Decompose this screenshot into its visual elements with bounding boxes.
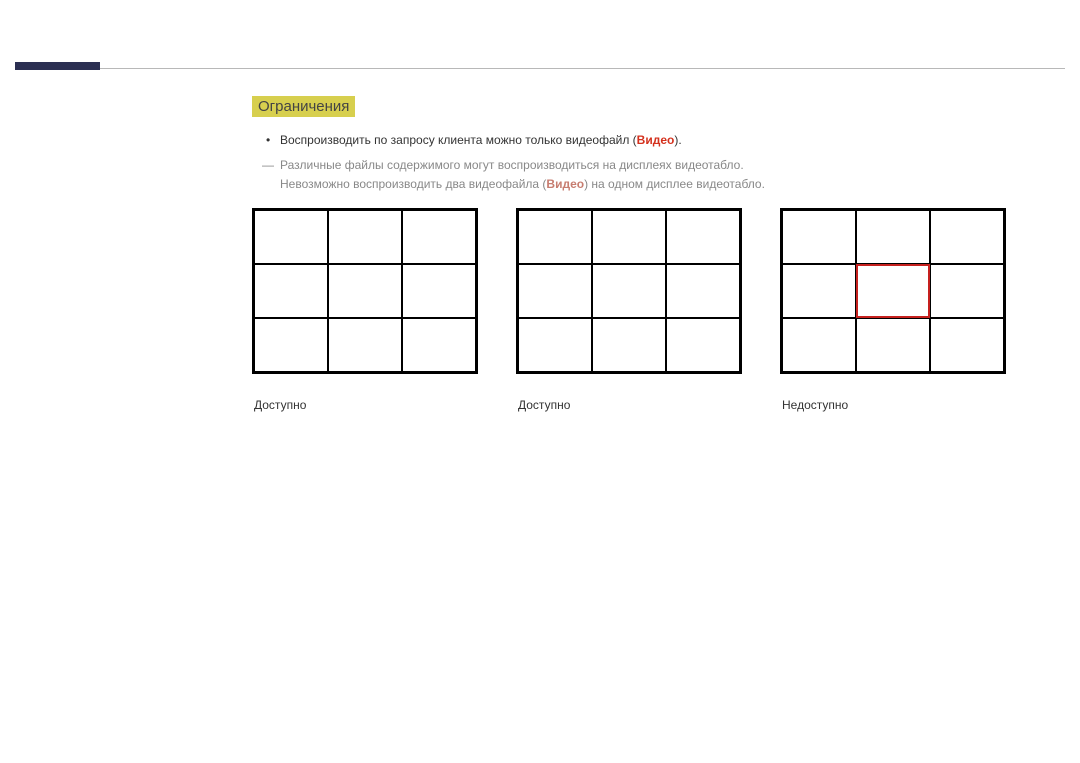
note-line-1: Различные файлы содержимого могут воспро… <box>280 156 765 175</box>
video-keyword-2: Видео <box>546 177 584 191</box>
video-wall-grid <box>252 208 478 374</box>
grid-label: Недоступно <box>782 398 1006 412</box>
grid-cell <box>254 210 328 264</box>
grid-cell <box>782 210 856 264</box>
grid-block: Доступно <box>252 208 478 412</box>
content-section: Ограничения Воспроизводить по запросу кл… <box>252 96 765 195</box>
bullet-text-pre: Воспроизводить по запросу клиента можно … <box>280 133 637 147</box>
grid-cell <box>782 264 856 318</box>
grid-cell <box>402 210 476 264</box>
grid-cell <box>856 318 930 372</box>
grid-cell <box>328 318 402 372</box>
grid-cell <box>930 210 1004 264</box>
grid-cell <box>402 264 476 318</box>
grid-cell <box>328 264 402 318</box>
section-title: Ограничения <box>252 96 355 117</box>
grid-cell <box>592 210 666 264</box>
grid-cell <box>328 210 402 264</box>
bullet-item: Воспроизводить по запросу клиента можно … <box>252 131 765 150</box>
grid-cell <box>666 210 740 264</box>
video-wall-grid <box>780 208 1006 374</box>
note2-pre: Невозможно воспроизводить два видеофайла… <box>280 177 546 191</box>
video-keyword: Видео <box>637 133 675 147</box>
grid-cell <box>402 318 476 372</box>
grids-row: Доступно Доступно Недоступно <box>252 208 1006 412</box>
grid-cell <box>782 318 856 372</box>
bullet-text-post: ). <box>674 133 681 147</box>
grid-cell <box>930 264 1004 318</box>
grid-cell <box>592 318 666 372</box>
grid-cell <box>254 264 328 318</box>
grid-cell <box>592 264 666 318</box>
grid-cell <box>666 318 740 372</box>
video-wall-grid <box>516 208 742 374</box>
grid-label: Доступно <box>254 398 478 412</box>
grid-cell <box>930 318 1004 372</box>
grid-cell <box>666 264 740 318</box>
grid-cell <box>856 210 930 264</box>
note-item: Различные файлы содержимого могут воспро… <box>252 156 765 175</box>
header-accent-bar <box>15 62 100 70</box>
grid-cell <box>518 264 592 318</box>
grid-cell <box>518 210 592 264</box>
grid-cell <box>518 318 592 372</box>
bullet-text: Воспроизводить по запросу клиента можно … <box>280 131 765 150</box>
grid-block: Доступно <box>516 208 742 412</box>
grid-cell <box>254 318 328 372</box>
note2-post: ) на одном дисплее видеотабло. <box>584 177 765 191</box>
note-line-2: Невозможно воспроизводить два видеофайла… <box>252 175 765 194</box>
header-separator-line <box>100 68 1065 69</box>
grid-label: Доступно <box>518 398 742 412</box>
grid-cell <box>856 264 930 318</box>
grid-block: Недоступно <box>780 208 1006 412</box>
